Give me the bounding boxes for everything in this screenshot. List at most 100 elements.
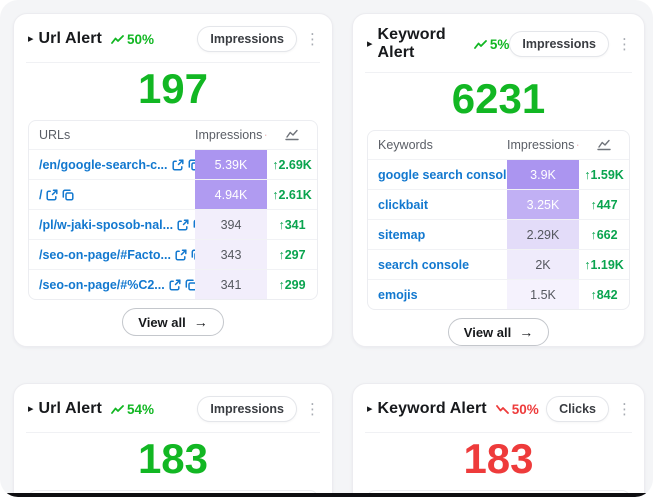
keyword-link[interactable]: search console: [378, 258, 469, 272]
trend-badge: 50%: [496, 402, 539, 417]
header-divider: [26, 62, 320, 63]
value-cell: 3.9K: [507, 160, 579, 189]
value-cell: 4.94K: [195, 180, 267, 209]
caret-right-icon[interactable]: ▸: [367, 404, 373, 415]
keyword-cell: emojis: [368, 280, 507, 309]
change-cell: ↑842: [579, 280, 629, 309]
metric-pill-button[interactable]: Impressions: [197, 396, 297, 422]
change-cell: ↑447: [579, 190, 629, 219]
copy-icon[interactable]: [62, 189, 74, 201]
caret-right-icon[interactable]: ▸: [28, 404, 34, 415]
caret-right-icon[interactable]: ▸: [28, 34, 34, 45]
header-divider: [26, 432, 320, 433]
kebab-menu-icon[interactable]: ⋮: [305, 402, 320, 417]
trend-up-icon: [111, 35, 124, 44]
change-cell: ↑299: [267, 270, 317, 299]
trend-value: 50%: [127, 32, 154, 47]
alerts-dashboard: ▸ Url Alert 50% Impressions ⋮ 197 URLs I…: [0, 0, 653, 497]
alert-total: 183: [353, 435, 644, 482]
card-header: ▸ Url Alert 54% Impressions ⋮: [14, 384, 332, 432]
change-cell: ↑662: [579, 220, 629, 249]
keyword-link[interactable]: sitemap: [378, 228, 425, 242]
value-column-header[interactable]: Impressions: [195, 121, 267, 149]
value-header-label: Impressions: [507, 138, 574, 152]
chart-toggle[interactable]: [579, 131, 629, 159]
value-cell: 394: [195, 210, 267, 239]
url-cell: /seo-on-page/#Facto...: [29, 240, 195, 269]
url-cell: /: [29, 180, 195, 209]
keyword-alert-card: ▸ Keyword Alert 5% Impressions ⋮ 6231 Ke…: [352, 13, 645, 347]
name-column-header: Keywords: [368, 131, 507, 159]
keyword-link[interactable]: google search console: [378, 168, 507, 182]
metric-pill-button[interactable]: Impressions: [509, 31, 609, 57]
url-link[interactable]: /seo-on-page/#%C2...: [39, 278, 165, 292]
value-cell: 343: [195, 240, 267, 269]
arrow-right-icon: →: [194, 314, 208, 330]
caret-right-icon[interactable]: ▸: [367, 39, 373, 50]
table-header-row: URLs Impressions: [29, 121, 317, 149]
card-title: Keyword Alert: [378, 26, 465, 62]
metric-pill-button[interactable]: Clicks: [546, 396, 609, 422]
table-row: search console 2K ↑1.19K: [368, 249, 629, 279]
external-link-icon[interactable]: [177, 219, 189, 231]
keyword-table: Keywords Impressions google search conso…: [367, 130, 630, 310]
arrow-right-icon: →: [519, 324, 533, 340]
external-link-icon[interactable]: [175, 249, 187, 261]
kebab-menu-icon[interactable]: ⋮: [617, 37, 632, 52]
url-link[interactable]: /: [39, 188, 42, 202]
line-chart-icon: [597, 139, 611, 151]
keyword-alert-card-2: ▸ Keyword Alert 50% Clicks ⋮ 183 Keyword…: [352, 383, 645, 497]
table-row: google search console 3.9K ↑1.59K: [368, 159, 629, 189]
trend-badge: 5%: [474, 37, 510, 52]
copy-icon[interactable]: [185, 279, 195, 291]
value-header-label: Impressions: [195, 128, 262, 142]
external-link-icon[interactable]: [169, 279, 181, 291]
table-row: /pl/w-jaki-sposob-nal... 394 ↑341: [29, 209, 317, 239]
alert-total: 183: [14, 435, 332, 482]
metric-pill-button[interactable]: Impressions: [197, 26, 297, 52]
header-divider: [365, 72, 632, 73]
url-cell: /pl/w-jaki-sposob-nal...: [29, 210, 195, 239]
alert-total: 197: [14, 65, 332, 112]
change-cell: ↑297: [267, 240, 317, 269]
chart-toggle[interactable]: [267, 121, 317, 149]
card-header: ▸ Keyword Alert 5% Impressions ⋮: [353, 14, 644, 72]
keyword-link[interactable]: emojis: [378, 288, 418, 302]
cropped-dark-edge: [0, 493, 653, 497]
change-cell: ↑1.59K: [579, 160, 629, 189]
keyword-cell: search console: [368, 250, 507, 279]
value-cell: 341: [195, 270, 267, 299]
trend-down-icon: [496, 405, 509, 414]
header-divider: [365, 432, 632, 433]
trend-badge: 50%: [111, 32, 154, 47]
view-all-label: View all: [138, 315, 185, 330]
card-title: Url Alert: [39, 400, 102, 418]
value-cell: 3.25K: [507, 190, 579, 219]
view-all-button[interactable]: View all →: [122, 308, 223, 336]
kebab-menu-icon[interactable]: ⋮: [617, 402, 632, 417]
value-column-header[interactable]: Impressions: [507, 131, 579, 159]
table-row: emojis 1.5K ↑842: [368, 279, 629, 309]
external-link-icon[interactable]: [172, 159, 184, 171]
kebab-menu-icon[interactable]: ⋮: [305, 32, 320, 47]
url-cell: /en/google-search-c...: [29, 150, 195, 179]
alert-total: 6231: [353, 75, 644, 122]
url-alert-card: ▸ Url Alert 50% Impressions ⋮ 197 URLs I…: [13, 13, 333, 347]
url-link[interactable]: /en/google-search-c...: [39, 158, 168, 172]
url-table: URLs Impressions /en/google-search-c... …: [28, 120, 318, 300]
table-row: clickbait 3.25K ↑447: [368, 189, 629, 219]
external-link-icon[interactable]: [46, 189, 58, 201]
change-cell: ↑2.69K: [267, 150, 317, 179]
value-cell: 1.5K: [507, 280, 579, 309]
change-cell: ↑341: [267, 210, 317, 239]
keyword-link[interactable]: clickbait: [378, 198, 428, 212]
url-link[interactable]: /seo-on-page/#Facto...: [39, 248, 171, 262]
view-all-button[interactable]: View all →: [448, 318, 549, 346]
change-cell: ↑1.19K: [579, 250, 629, 279]
trend-value: 5%: [490, 37, 510, 52]
keyword-cell: google search console: [368, 160, 507, 189]
copy-icon[interactable]: [188, 159, 195, 171]
url-link[interactable]: /pl/w-jaki-sposob-nal...: [39, 218, 173, 232]
value-cell: 2K: [507, 250, 579, 279]
table-row: / 4.94K ↑2.61K: [29, 179, 317, 209]
